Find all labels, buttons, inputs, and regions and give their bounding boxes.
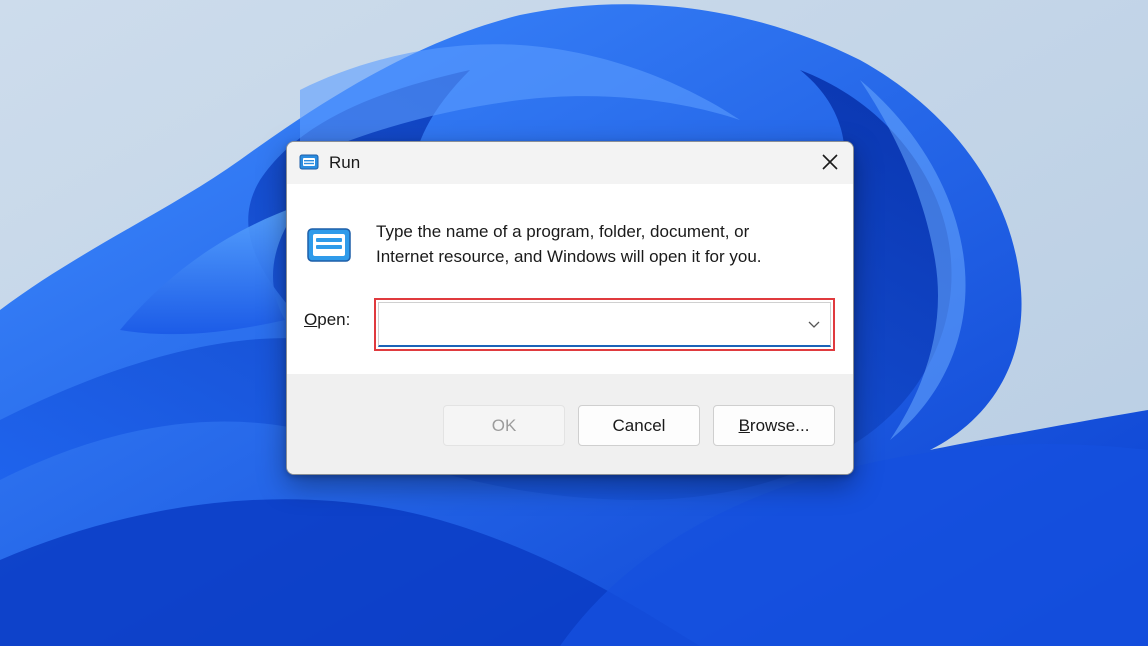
- open-label-mnemonic: O: [304, 310, 318, 329]
- ok-button-label: OK: [491, 415, 517, 435]
- description-line-2: Internet resource, and Windows will open…: [376, 247, 762, 266]
- cancel-button[interactable]: Cancel: [578, 405, 700, 446]
- open-label-rest: pen:: [317, 310, 351, 329]
- chevron-down-icon[interactable]: [804, 314, 824, 334]
- run-dialog: Run Type the name of a program, folder, …: [286, 141, 854, 475]
- description-line-1: Type the name of a program, folder, docu…: [376, 222, 750, 241]
- close-icon: [822, 154, 838, 170]
- cancel-button-label: Cancel: [612, 415, 666, 435]
- dialog-description: Type the name of a program, folder, docu…: [376, 219, 816, 269]
- browse-mnemonic: B: [738, 415, 750, 435]
- close-button[interactable]: [807, 142, 853, 182]
- run-app-icon: [299, 154, 319, 170]
- open-input[interactable]: [383, 309, 797, 339]
- dialog-footer: OK Cancel Browse...: [287, 374, 853, 474]
- open-combobox[interactable]: [378, 302, 831, 347]
- dialog-content: Type the name of a program, folder, docu…: [287, 184, 853, 374]
- title-bar[interactable]: Run: [287, 142, 853, 184]
- open-label: Open:: [304, 310, 350, 330]
- browse-button[interactable]: Browse...: [713, 405, 835, 446]
- dialog-title: Run: [329, 153, 361, 172]
- ok-button[interactable]: OK: [443, 405, 565, 446]
- browse-label-rest: rowse...: [749, 415, 810, 435]
- run-app-icon: [307, 228, 351, 262]
